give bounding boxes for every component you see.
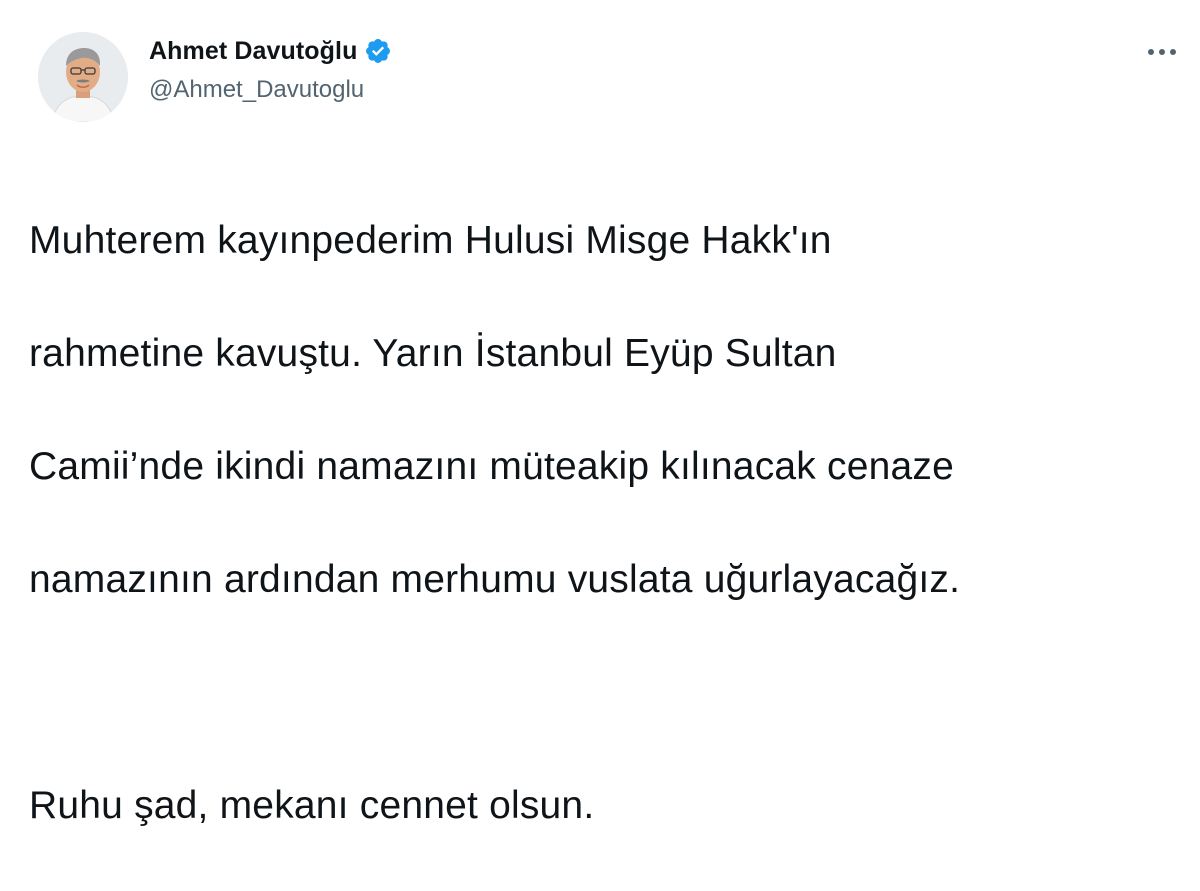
avatar[interactable] (38, 32, 128, 122)
tweet-text-line: namazının ardından merhumu vuslata uğurl… (29, 557, 961, 601)
author-name-row: Ahmet Davutoğlu (149, 34, 392, 68)
tweet-closing-line: Ruhu şad, mekanı cennet olsun. (29, 783, 595, 827)
tweet-text-line: rahmetine kavuştu. Yarın İstanbul Eyüp S… (29, 331, 837, 375)
author-display-name[interactable]: Ahmet Davutoğlu (149, 37, 357, 66)
avatar-image (38, 32, 128, 122)
tweet-text-line: Muhterem kayınpederim Hulusi Misge Hakk'… (29, 218, 832, 262)
verified-badge-icon (364, 37, 392, 65)
tweet-text: Muhterem kayınpederim Hulusi Misge Hakk'… (29, 156, 1179, 891)
author-handle[interactable]: @Ahmet_Davutoglu (149, 76, 364, 104)
tweet-text-line: Camii’nde ikindi namazını müteakip kılın… (29, 444, 954, 488)
more-options-button[interactable] (1140, 34, 1184, 70)
more-horizontal-icon (1148, 49, 1176, 55)
tweet-card: Ahmet Davutoğlu @Ahmet_Davutoglu Muhtere… (0, 0, 1200, 827)
